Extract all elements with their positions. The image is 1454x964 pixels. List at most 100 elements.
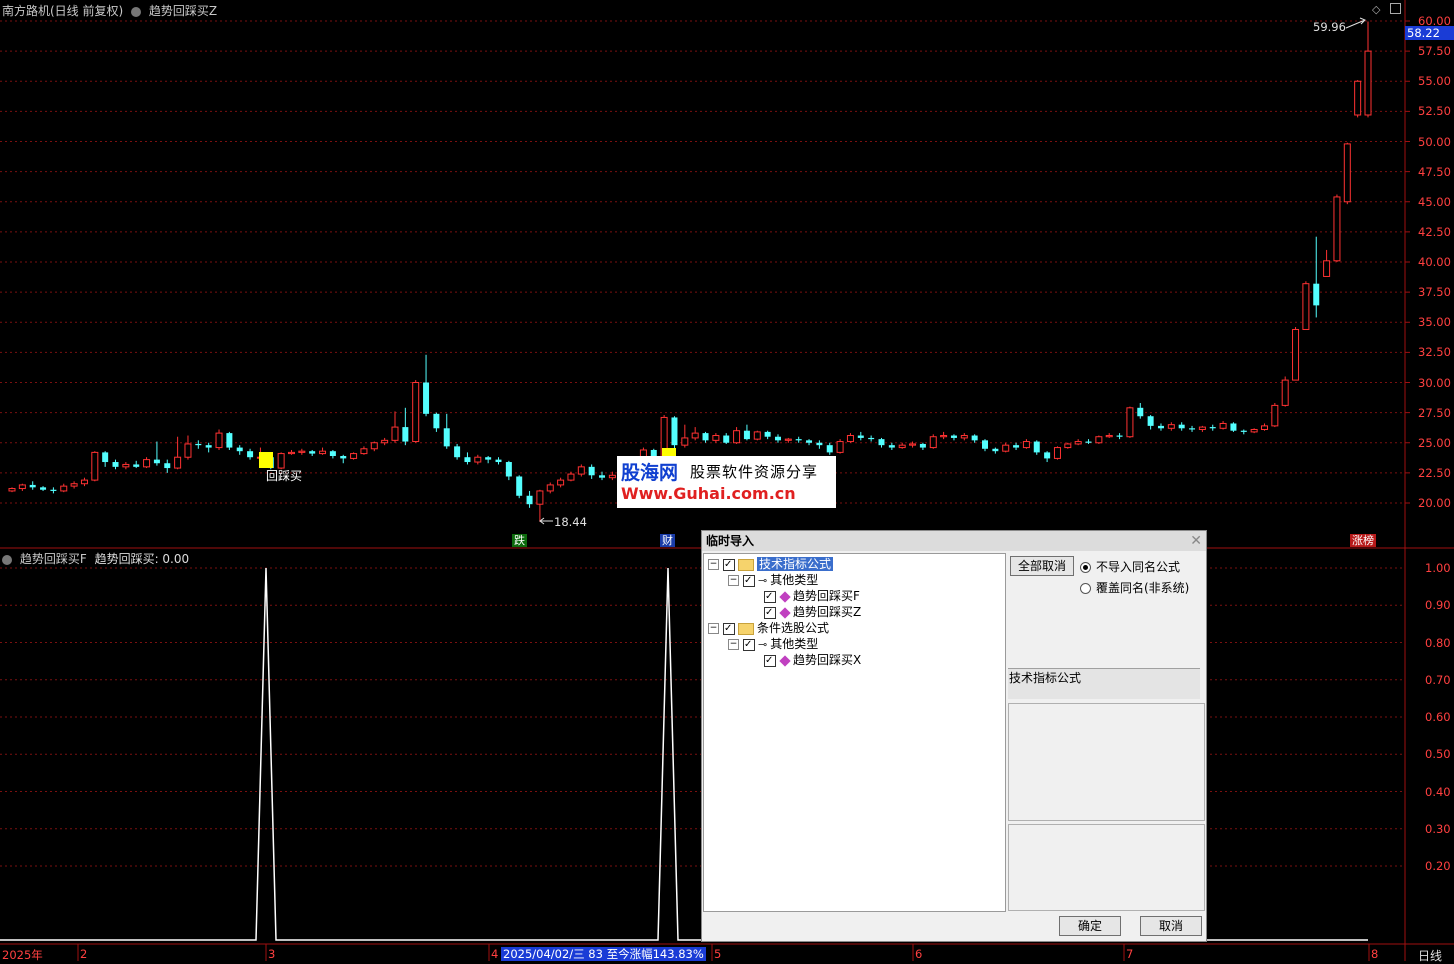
collapse-icon[interactable]: − xyxy=(728,639,739,650)
radio-icon[interactable] xyxy=(1080,562,1091,573)
tree-node-other-types[interactable]: − ⊸其他类型 xyxy=(728,572,818,589)
maximize-icon[interactable] xyxy=(1390,3,1401,14)
collapse-icon[interactable]: − xyxy=(708,623,719,634)
candle-body xyxy=(774,436,781,441)
price-tick-label: 35.00 xyxy=(1418,315,1451,330)
candle-body xyxy=(391,426,399,441)
sub-tick-label: 1.00 xyxy=(1425,561,1451,575)
formula-icon xyxy=(779,590,791,603)
sub-tick-label: 0.20 xyxy=(1425,859,1451,873)
sub-toggle-icon[interactable] xyxy=(2,554,12,565)
candle-body xyxy=(971,435,978,441)
checkbox[interactable] xyxy=(764,653,776,669)
candle-body xyxy=(733,430,741,444)
candle-body xyxy=(1281,379,1289,406)
month-label: 6 xyxy=(915,947,923,961)
candle-body xyxy=(122,463,130,468)
key-icon: ⊸ xyxy=(758,573,768,587)
main-indicator-name[interactable]: 趋势回踩买Z xyxy=(149,4,217,18)
candle-body xyxy=(1105,435,1113,438)
radio-icon[interactable] xyxy=(1080,583,1091,594)
tree-node-other-types-2[interactable]: − ⊸其他类型 xyxy=(728,636,818,653)
price-tick-label: 47.50 xyxy=(1418,164,1451,179)
price-tick-label: 32.50 xyxy=(1418,345,1451,360)
candle-body xyxy=(350,453,358,459)
diamond-icon[interactable]: ◇ xyxy=(1372,3,1380,16)
candle-body xyxy=(495,459,502,463)
tag-die[interactable]: 跌 xyxy=(512,534,527,547)
candle-body xyxy=(960,435,968,439)
low-arrow xyxy=(539,517,553,525)
candle-body xyxy=(1002,444,1010,452)
candle-body xyxy=(1013,445,1020,448)
candle-body xyxy=(1292,328,1300,381)
checkbox[interactable] xyxy=(743,637,755,653)
high-arrow xyxy=(1345,17,1366,29)
tree-node-formula-x[interactable]: 趋势回踩买X xyxy=(764,652,862,669)
folder-icon xyxy=(738,622,754,635)
description-panel[interactable] xyxy=(1008,703,1205,821)
price-tick-label: 45.00 xyxy=(1418,194,1451,209)
cancel-button[interactable]: 取消 xyxy=(1140,916,1202,936)
candle-body xyxy=(184,443,192,458)
candle-body xyxy=(1230,423,1237,431)
tag-zhangting[interactable]: 涨榜 xyxy=(1350,534,1376,547)
month-label: 4 xyxy=(491,947,499,961)
candle-body xyxy=(287,451,295,455)
candle-body xyxy=(1354,80,1362,116)
ok-button[interactable]: 确定 xyxy=(1059,916,1121,936)
current-price-label: 58.22 xyxy=(1405,26,1454,40)
candle-body xyxy=(950,435,957,438)
radio-overwrite[interactable]: 覆盖同名(非系统) xyxy=(1080,579,1189,596)
collapse-icon[interactable]: − xyxy=(728,575,739,586)
candle-body xyxy=(433,413,440,429)
candle-body xyxy=(1085,441,1092,443)
candle-body xyxy=(236,447,243,452)
candle-body xyxy=(1033,441,1040,453)
candle-body xyxy=(153,459,160,464)
candle-body xyxy=(1364,50,1372,116)
tree-node-tech-formulas[interactable]: − 技术指标公式 xyxy=(708,556,834,573)
candle-body xyxy=(608,474,616,479)
candle-body xyxy=(381,439,389,444)
candle-body xyxy=(846,435,854,443)
candle-body xyxy=(309,451,316,454)
tree-node-screen-formulas[interactable]: − 条件选股公式 xyxy=(708,620,829,637)
low-price-label: 18.44 xyxy=(554,515,587,529)
candle-body xyxy=(878,439,885,446)
candle-body xyxy=(226,433,233,448)
price-tick-label: 57.50 xyxy=(1418,44,1451,59)
stock-title: 南方路机(日线 前复权) xyxy=(2,4,124,18)
price-tick-label: 30.00 xyxy=(1418,375,1451,390)
radio-no-import[interactable]: 不导入同名公式 xyxy=(1080,558,1180,575)
tree-label: 趋势回踩买F xyxy=(793,589,860,603)
checkbox[interactable] xyxy=(723,557,735,573)
candle-body xyxy=(1157,425,1164,429)
sub-indicator-name[interactable]: 趋势回踩买F xyxy=(20,552,87,566)
collapse-icon[interactable]: − xyxy=(708,559,719,570)
candle-body xyxy=(1260,425,1268,430)
candle-body xyxy=(195,443,202,446)
close-icon[interactable]: ✕ xyxy=(1190,531,1202,551)
tree-label: 趋势回踩买X xyxy=(793,653,862,667)
tag-cai[interactable]: 财 xyxy=(660,534,675,547)
checkbox[interactable] xyxy=(743,573,755,589)
candle-body xyxy=(485,457,492,460)
tree-node-formula-f[interactable]: 趋势回踩买F xyxy=(764,588,860,605)
candle-body xyxy=(784,438,792,441)
checkbox[interactable] xyxy=(764,589,776,605)
candle-body xyxy=(599,475,606,478)
tree-node-formula-z[interactable]: 趋势回踩买Z xyxy=(764,604,861,621)
candle-body xyxy=(1271,404,1279,427)
candle-body xyxy=(1302,283,1310,330)
checkbox[interactable] xyxy=(723,621,735,637)
dialog-title-bar[interactable]: 临时导入 ✕ xyxy=(702,531,1206,551)
candle-body xyxy=(982,440,989,449)
checkbox[interactable] xyxy=(764,605,776,621)
deselect-all-button[interactable]: 全部取消 xyxy=(1010,556,1074,576)
period-label[interactable]: 日线 xyxy=(1418,947,1442,964)
param-panel[interactable] xyxy=(1008,824,1205,911)
month-label: 5 xyxy=(714,947,722,961)
candle-body xyxy=(909,443,917,446)
indicator-toggle-icon[interactable] xyxy=(131,6,142,17)
